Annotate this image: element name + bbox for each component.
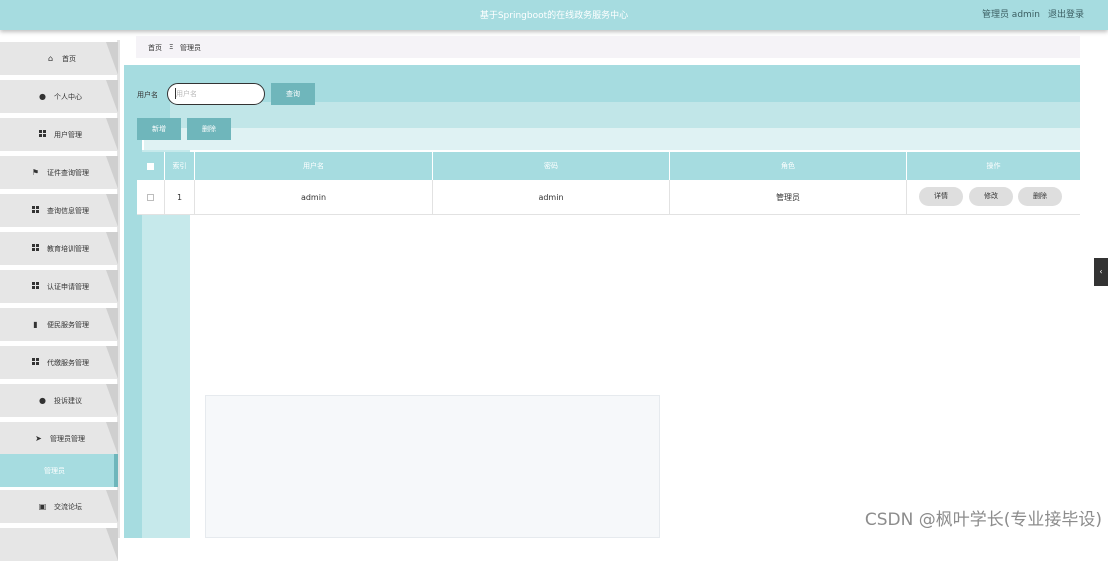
sidebar-item-label: 查询信息管理: [47, 206, 89, 216]
select-all-checkbox[interactable]: [147, 163, 154, 170]
sidebar-item-label: 教育培训管理: [47, 244, 89, 254]
collapse-panel-tab[interactable]: ‹: [1094, 258, 1108, 286]
flag-icon: ⚑: [31, 168, 40, 177]
sidebar-item-query-info[interactable]: 查询信息管理: [0, 194, 118, 227]
sidebar-item-complaints[interactable]: ● 投诉建议: [0, 384, 118, 417]
column-header-index: 索引: [165, 152, 195, 180]
sidebar-item-admin-management[interactable]: ➤ 管理员管理: [0, 422, 118, 455]
sidebar-item-education-training[interactable]: 教育培训管理: [0, 232, 118, 265]
sidebar-item-personal-center[interactable]: ● 个人中心: [0, 80, 118, 113]
sidebar-subitem-admin[interactable]: 管理员: [0, 454, 118, 487]
user-icon: ●: [38, 396, 47, 405]
breadcrumb: 首页 Ξ 管理员: [136, 36, 1080, 58]
bar-chart-icon: ▮: [31, 320, 40, 329]
breadcrumb-separator: Ξ: [169, 43, 173, 51]
current-user-label: 管理员 admin: [982, 7, 1040, 20]
cell-index: 1: [165, 180, 195, 215]
sidebar-item-label: 投诉建议: [54, 396, 82, 406]
breadcrumb-home[interactable]: 首页: [148, 43, 162, 53]
table-row: 1 admin admin 管理员 详情 修改 删除: [137, 180, 1080, 215]
sidebar-item-certificate-query[interactable]: ⚑ 证件查询管理: [0, 156, 118, 189]
watermark: CSDN @枫叶学长(专业接毕设): [865, 505, 1102, 530]
sidebar-item-label: 交流论坛: [54, 502, 82, 512]
sidebar-item-more[interactable]: [0, 528, 118, 561]
query-button[interactable]: 查询: [271, 83, 315, 105]
user-icon: ●: [38, 92, 47, 101]
sidebar-item-label: 证件查询管理: [47, 168, 89, 178]
breadcrumb-current: 管理员: [180, 43, 201, 53]
sidebar-item-payment-service[interactable]: 代缴服务管理: [0, 346, 118, 379]
grid-icon: [31, 358, 40, 367]
grid-icon: [31, 244, 40, 253]
row-delete-button[interactable]: 删除: [1018, 187, 1062, 206]
grid-icon: [31, 282, 40, 291]
cell-role: 管理员: [670, 180, 907, 215]
sidebar-item-label: 代缴服务管理: [47, 358, 89, 368]
sidebar-item-convenience-service[interactable]: ▮ 便民服务管理: [0, 308, 118, 341]
sidebar-item-forum[interactable]: ▣ 交流论坛: [0, 490, 118, 523]
sidebar-item-label: 认证申请管理: [47, 282, 89, 292]
sidebar-item-label: 首页: [62, 54, 76, 64]
grid-icon: [38, 130, 47, 139]
cell-username: admin: [195, 180, 433, 215]
sidebar-item-user-management[interactable]: 用户管理: [0, 118, 118, 151]
cell-password: admin: [433, 180, 670, 215]
add-button[interactable]: 新增: [137, 118, 181, 140]
table-header: 索引 用户名 密码 角色 操作: [137, 152, 1080, 180]
column-header-password: 密码: [433, 152, 670, 180]
sidebar-item-certification-application[interactable]: 认证申请管理: [0, 270, 118, 303]
decor-band: [170, 102, 1080, 128]
select-all-cell[interactable]: [137, 152, 165, 180]
grid-icon: [31, 206, 40, 215]
sidebar-item-label: 管理员管理: [50, 434, 85, 444]
detail-button[interactable]: 详情: [919, 187, 963, 206]
logout-link[interactable]: 退出登录: [1048, 7, 1084, 20]
username-search-input[interactable]: [167, 83, 265, 105]
send-icon: ➤: [34, 434, 43, 443]
sidebar-item-label: 用户管理: [54, 130, 82, 140]
text-cursor: [175, 88, 176, 99]
app-title: 基于Springboot的在线政务服务中心: [0, 8, 1108, 21]
sidebar-item-label: 便民服务管理: [47, 320, 89, 330]
sidebar-item-label: 个人中心: [54, 92, 82, 102]
search-label: 用户名: [137, 90, 158, 100]
cell-actions: 详情 修改 删除: [907, 180, 1080, 215]
row-select-cell[interactable]: [137, 180, 165, 215]
edit-button[interactable]: 修改: [969, 187, 1013, 206]
row-checkbox[interactable]: [147, 194, 154, 201]
column-header-role: 角色: [670, 152, 907, 180]
home-icon: ⌂: [46, 54, 55, 63]
clipboard-icon: ▣: [38, 502, 47, 511]
delete-button[interactable]: 删除: [187, 118, 231, 140]
column-header-actions: 操作: [907, 152, 1080, 180]
top-bar: 基于Springboot的在线政务服务中心 管理员 admin 退出登录: [0, 0, 1108, 30]
sidebar-item-label: 管理员: [44, 466, 65, 476]
sidebar: ⌂ 首页 ● 个人中心 用户管理 ⚑ 证件查询管理 查询信息管理 教育培训管理 …: [0, 40, 120, 538]
faded-background-window: [205, 395, 660, 538]
column-header-username: 用户名: [195, 152, 433, 180]
sidebar-item-home[interactable]: ⌂ 首页: [0, 42, 118, 75]
decor-band: [144, 128, 1080, 150]
